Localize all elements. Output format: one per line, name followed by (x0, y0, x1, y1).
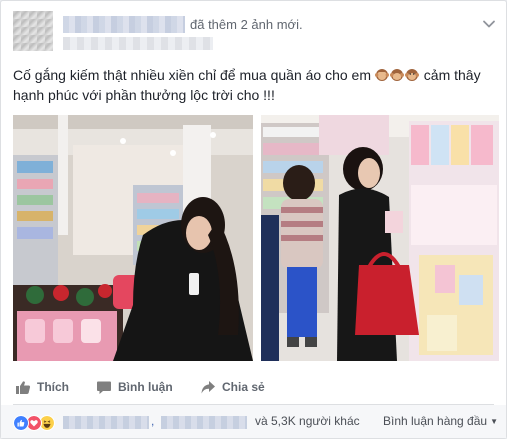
others-reacted-link[interactable]: và 5,3K người khác (255, 414, 360, 428)
author-avatar[interactable] (13, 11, 53, 51)
caret-down-icon: ▼ (490, 417, 498, 426)
like-reaction-icon (13, 415, 29, 431)
post-actions: Thích Bình luận Chia sẻ (13, 373, 495, 401)
comment-button[interactable]: Bình luận (96, 373, 173, 401)
caption-emojis (374, 67, 424, 83)
monkey-emoji-icon (374, 69, 389, 81)
post-photo-2[interactable] (259, 115, 499, 361)
post-card: đã thêm 2 ảnh mới. Cố gắng kiếm thật nhi… (0, 0, 507, 439)
comment-sort-label: Bình luận hàng đầu (382, 414, 488, 428)
share-icon (201, 380, 215, 393)
reactions-bar: , và 5,3K người khác Bình luận hàng đầu ▼ (1, 405, 506, 438)
author-name-blurred[interactable] (63, 16, 185, 33)
monkey-emoji-icon (404, 69, 419, 81)
like-button[interactable]: Thích (15, 373, 69, 401)
comment-sort-dropdown[interactable]: Bình luận hàng đầu ▼ (383, 414, 498, 428)
share-button[interactable]: Chia sẻ (200, 373, 265, 401)
post-header: đã thêm 2 ảnh mới. (13, 11, 496, 61)
comment-icon (97, 381, 111, 394)
thumbs-up-icon (16, 380, 31, 394)
reactor-name-2-blurred[interactable] (161, 416, 247, 429)
caption-text-1: Cố gắng kiếm thật nhiều xiền chỉ để mua … (13, 67, 372, 83)
comment-label: Bình luận (118, 380, 173, 394)
post-timestamp-blurred[interactable] (63, 37, 213, 50)
share-label: Chia sẻ (222, 380, 265, 394)
monkey-emoji-icon (389, 69, 404, 81)
post-caption: Cố gắng kiếm thật nhiều xiền chỉ để mua … (13, 65, 493, 105)
reactor-name-1-blurred[interactable] (63, 416, 149, 429)
reactor-separator: , (151, 414, 155, 428)
photo-grid (13, 115, 499, 361)
post-photo-1[interactable] (13, 115, 256, 361)
post-action-text: đã thêm 2 ảnh mới. (190, 17, 303, 32)
chevron-down-icon[interactable] (482, 17, 496, 31)
like-label: Thích (37, 380, 69, 394)
